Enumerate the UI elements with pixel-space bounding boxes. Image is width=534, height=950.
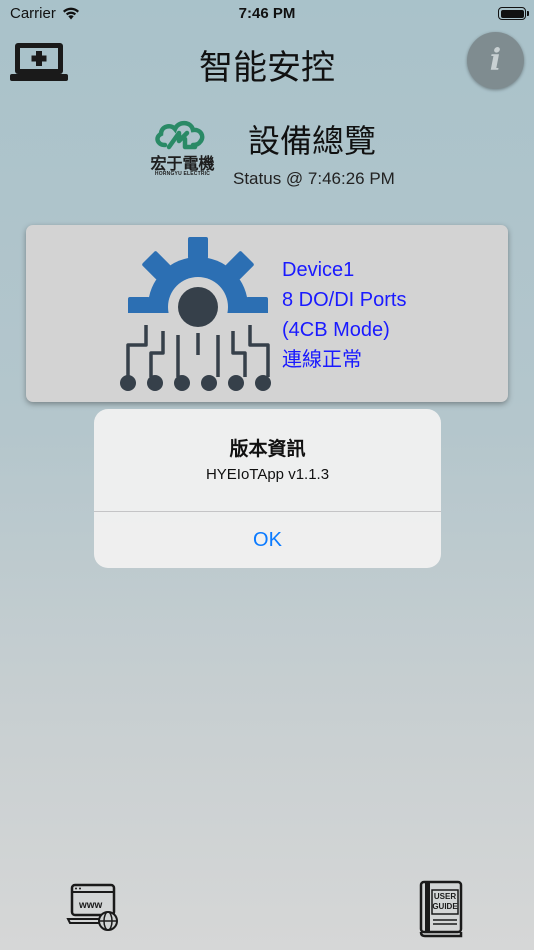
www-globe-icon: www	[66, 883, 118, 931]
device-ports: 8 DO/DI Ports	[282, 289, 407, 311]
overview-title: 設備總覽	[248, 122, 377, 160]
status-timestamp: Status @ 7:46:26 PM	[233, 169, 395, 188]
device-info: Device1 8 DO/DI Ports (4CB Mode) 連線正常	[282, 255, 406, 375]
page-title: 智能安控	[199, 48, 335, 88]
user-guide-book-icon: USER GUIDE	[419, 880, 463, 938]
ok-button[interactable]: OK	[94, 512, 441, 568]
user-guide-button[interactable]: USER GUIDE	[415, 880, 465, 938]
version-alert-dialog: 版本資訊 HYEIoTApp v1.1.3 OK	[94, 409, 441, 568]
status-bar: Carrier 7:46 PM	[0, 0, 534, 28]
info-icon: i	[489, 43, 502, 78]
device-connection-status: 連線正常	[282, 349, 362, 371]
clock: 7:46 PM	[238, 5, 296, 22]
alert-message: HYEIoTApp v1.1.3	[205, 466, 330, 483]
device-mode: (4CB Mode)	[282, 319, 390, 341]
device-card[interactable]: Device1 8 DO/DI Ports (4CB Mode) 連線正常	[26, 225, 508, 402]
guide-label-guide: GUIDE	[432, 902, 458, 911]
logo-subtext: HORNGYU ELECTRIC	[154, 171, 211, 177]
device-name: Device1	[282, 259, 355, 281]
battery-icon	[498, 7, 529, 20]
website-button[interactable]: www	[66, 883, 122, 933]
info-button[interactable]: i	[467, 32, 524, 89]
www-label: www	[78, 900, 103, 911]
guide-label-user: USER	[434, 892, 456, 901]
alert-title: 版本資訊	[229, 438, 306, 460]
gear-circuit-icon	[118, 237, 278, 395]
